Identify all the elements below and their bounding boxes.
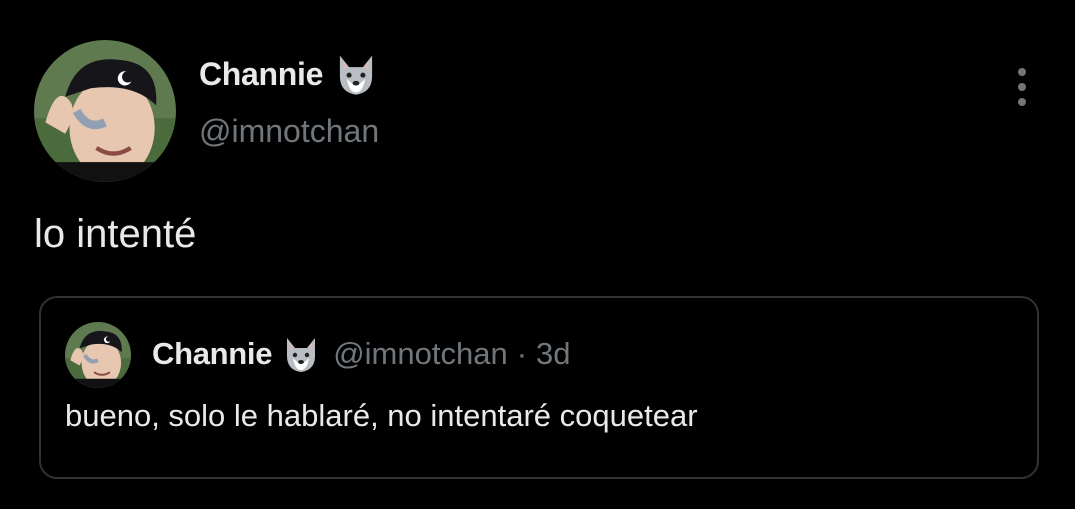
quoted-avatar-photo: [65, 322, 131, 388]
wolf-face-icon: [281, 334, 321, 374]
author-display-name[interactable]: Channie: [199, 56, 323, 93]
author-name-row[interactable]: Channie: [199, 52, 379, 96]
avatar[interactable]: [34, 40, 176, 182]
quoted-separator: ·: [516, 336, 528, 371]
quoted-tweet-card[interactable]: Channie @imnotchan · 3d bueno, solo le h…: [39, 296, 1039, 479]
quoted-display-name[interactable]: Channie: [152, 336, 273, 372]
quoted-timestamp[interactable]: 3d: [536, 336, 570, 372]
more-options-icon[interactable]: [1012, 68, 1032, 106]
menu-dot: [1018, 68, 1026, 76]
menu-dot: [1018, 83, 1026, 91]
avatar-photo: [34, 40, 176, 182]
quoted-handle[interactable]: @imnotchan: [333, 336, 508, 372]
quoted-avatar[interactable]: [65, 322, 131, 388]
wolf-face-icon: [333, 51, 379, 97]
menu-dot: [1018, 98, 1026, 106]
tweet-text: lo intenté: [34, 212, 197, 256]
quoted-header: Channie @imnotchan · 3d: [152, 332, 571, 376]
quoted-tweet-text: bueno, solo le hablaré, no intentaré coq…: [65, 398, 698, 433]
author-handle[interactable]: @imnotchan: [199, 113, 379, 150]
